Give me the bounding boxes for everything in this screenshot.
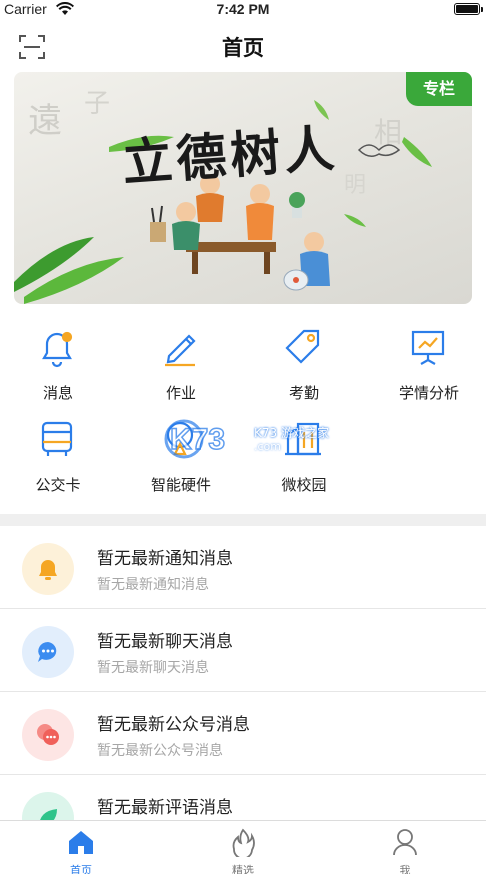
lamp-icon (166, 421, 194, 456)
pencil-icon (165, 334, 196, 367)
tab-home[interactable]: 首页 (0, 821, 162, 874)
func-label: 公交卡 (35, 476, 81, 494)
message-title: 暂无最新聊天消息 (97, 632, 233, 652)
list-item[interactable]: 暂无最新聊天消息 暂无最新聊天消息 (0, 609, 486, 692)
func-analysis[interactable]: 学情分析 (369, 322, 486, 406)
tab-label: 我 (399, 864, 411, 874)
message-subtitle: 暂无最新公众号消息 (97, 743, 223, 759)
func-bus-card[interactable]: 公交卡 (0, 414, 118, 498)
svg-text:遠: 遠 (28, 101, 62, 141)
status-bar: Carrier 7:42 PM (0, 0, 486, 20)
message-subtitle: 暂无最新聊天消息 (97, 660, 209, 676)
banner[interactable]: 遠 子 相 明 立德树人 专栏 (14, 72, 472, 304)
chat-bubble-icon (38, 642, 57, 662)
page-title: 首页 (222, 36, 264, 60)
message-title: 暂无最新评语消息 (97, 798, 233, 818)
home-icon (69, 831, 93, 854)
list-item[interactable]: 暂无最新通知消息 暂无最新通知消息 (0, 526, 486, 609)
tab-bar: 首页 精选 我 (0, 820, 486, 874)
banner-badge: 专栏 (406, 72, 472, 106)
section-divider (0, 514, 486, 526)
watermark-text: K73 游戏之家 (254, 426, 329, 440)
bell-icon (39, 560, 57, 580)
func-label: 作业 (165, 384, 196, 402)
person-icon (393, 829, 417, 856)
tag-icon (285, 329, 320, 364)
func-smart-hardware[interactable]: 智能硬件 (121, 414, 241, 498)
battery-icon (454, 3, 480, 15)
banner-illustration: 遠 子 相 明 (14, 89, 432, 304)
func-label: 消息 (42, 384, 73, 402)
status-time: 7:42 PM (216, 1, 270, 17)
func-messages[interactable]: 消息 (0, 322, 118, 406)
function-grid: 消息 作业 考勤 学情分析 公交卡 智能硬件 微校园 (0, 322, 486, 502)
func-attendance[interactable]: 考勤 (244, 322, 364, 406)
func-label: 智能硬件 (150, 476, 211, 494)
func-label: 学情分析 (398, 384, 459, 402)
avatar (22, 626, 74, 678)
avatar (22, 709, 74, 761)
tab-label: 精选 (232, 864, 254, 874)
watermark-sub: .com (254, 440, 281, 453)
flame-icon (232, 828, 255, 857)
message-title: 暂无最新通知消息 (97, 549, 233, 569)
list-item[interactable]: 暂无最新公众号消息 暂无最新公众号消息 (0, 692, 486, 775)
func-label: 考勤 (288, 384, 319, 402)
message-title: 暂无最新公众号消息 (97, 715, 250, 735)
svg-text:相: 相 (374, 116, 402, 149)
svg-text:明: 明 (344, 173, 366, 198)
svg-text:子: 子 (84, 89, 110, 119)
battery-cap (481, 7, 483, 12)
avatar (22, 543, 74, 595)
banner-title: 立德树人 (120, 118, 341, 193)
func-homework[interactable]: 作业 (121, 322, 241, 406)
presentation-chart-icon (411, 330, 445, 365)
bell-icon (42, 331, 73, 368)
bus-icon (41, 421, 73, 456)
nav-bar: 首页 (0, 20, 486, 72)
message-subtitle: 暂无最新通知消息 (97, 577, 209, 593)
tab-label: 首页 (70, 864, 92, 874)
tab-featured[interactable]: 精选 (162, 821, 324, 874)
chat-bubbles-icon (37, 724, 59, 745)
tab-me[interactable]: 我 (324, 821, 486, 874)
func-label: 微校园 (281, 476, 327, 494)
